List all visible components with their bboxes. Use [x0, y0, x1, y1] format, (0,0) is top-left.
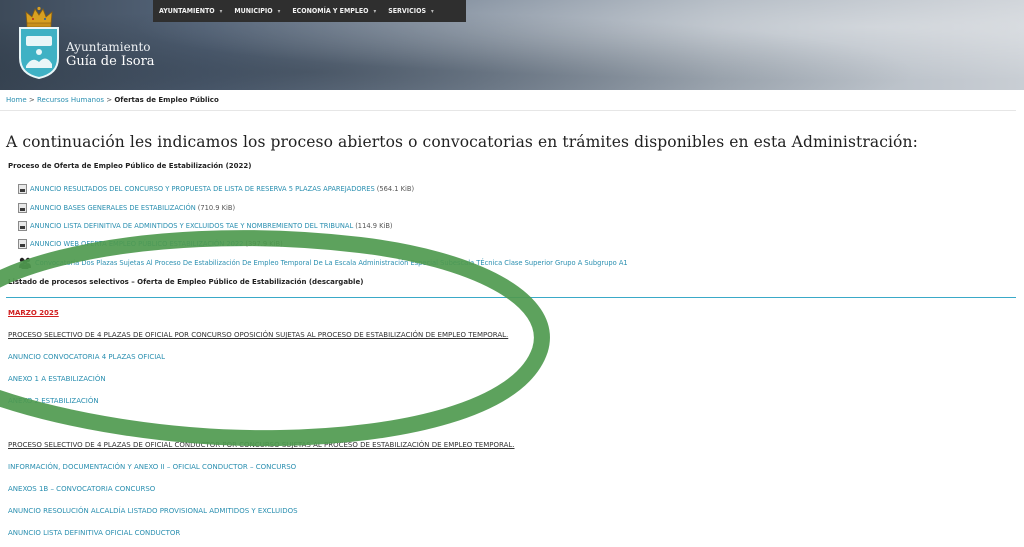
breadcrumb-home-link[interactable]: Home: [6, 96, 27, 104]
nav-label: ECONOMÍA Y EMPLEO: [292, 7, 369, 15]
process-link[interactable]: ANUNCIO CONVOCATORIA 4 PLAZAS OFICIAL: [8, 353, 165, 361]
file-size: (397.9 KiB): [245, 240, 283, 248]
document-link[interactable]: ANUNCIO BASES GENERALES DE ESTABILIZACIÓ…: [30, 204, 196, 212]
people-icon: [19, 257, 31, 269]
divider: [0, 110, 1016, 111]
breadcrumb-recursos-humanos-link[interactable]: Recursos Humanos: [37, 96, 104, 104]
section-subheading: Proceso de Oferta de Empleo Público de E…: [8, 162, 252, 170]
file-size: (564.1 KiB): [376, 185, 415, 193]
nav-item-municipio[interactable]: MUNICIPIO ▾: [228, 0, 286, 22]
file-icon: [18, 239, 27, 249]
page-title: A continuación les indicamos los proceso…: [6, 133, 918, 151]
date-heading: MARZO 2025: [8, 309, 59, 317]
document-item: ANUNCIO BASES GENERALES DE ESTABILIZACIÓ…: [18, 203, 235, 213]
nav-item-economia-empleo[interactable]: ECONOMÍA Y EMPLEO ▾: [286, 0, 382, 22]
document-link[interactable]: ANUNCIO LISTA DEFINITIVA DE ADMINTIDOS Y…: [30, 222, 353, 230]
process-link[interactable]: ANUNCIO LISTA DEFINITIVA OFICIAL CONDUCT…: [8, 529, 180, 537]
site-header: Ayuntamiento Guía de Isora AYUNTAMIENTO …: [0, 0, 1024, 90]
file-icon: [18, 203, 27, 213]
crown-icon: [25, 6, 53, 28]
chevron-down-icon: ▾: [277, 7, 281, 15]
nav-label: SERVICIOS: [388, 7, 426, 15]
process-link[interactable]: INFORMACIÓN, DOCUMENTACIÓN Y ANEXO II – …: [8, 463, 296, 471]
process-link[interactable]: ANEXOS 1B – CONVOCATORIA CONCURSO: [8, 485, 155, 493]
listado-heading: Listado de procesos selectivos – Oferta …: [8, 278, 364, 286]
process-link[interactable]: ANEXO 1 A ESTABILIZACIÓN: [8, 375, 106, 383]
main-nav: AYUNTAMIENTO ▾ MUNICIPIO ▾ ECONOMÍA Y EM…: [153, 0, 466, 22]
document-item: ANUNCIO WEB OFERTA EMPLEO PÚBLICO ESTABI…: [18, 239, 283, 249]
nav-label: MUNICIPIO: [234, 7, 273, 15]
nav-label: AYUNTAMIENTO: [159, 7, 215, 15]
document-item: ANUNCIO RESULTADOS DEL CONCURSO Y PROPUE…: [18, 184, 414, 194]
document-item: ANUNCIO LISTA DEFINITIVA DE ADMINTIDOS Y…: [18, 221, 393, 231]
nav-item-ayuntamiento[interactable]: AYUNTAMIENTO ▾: [153, 0, 228, 22]
file-size: (710.9 KiB): [197, 204, 236, 212]
chevron-down-icon: ▾: [430, 7, 434, 15]
document-link[interactable]: ANUNCIO RESULTADOS DEL CONCURSO Y PROPUE…: [30, 185, 375, 193]
breadcrumb-separator: >: [104, 96, 115, 104]
breadcrumb: Home > Recursos Humanos > Ofertas de Emp…: [6, 96, 219, 104]
site-logo[interactable]: Ayuntamiento Guía de Isora: [18, 6, 158, 80]
convocatoria-link[interactable]: Convocatoria Dos Plazas Sujetas Al Proce…: [35, 259, 628, 267]
process-title: PROCESO SELECTIVO DE 4 PLAZAS DE OFICIAL…: [8, 441, 515, 449]
logo-line-1: Ayuntamiento: [66, 40, 151, 54]
breadcrumb-current: Ofertas de Empleo Público: [114, 96, 219, 104]
file-icon: [18, 184, 27, 194]
document-link[interactable]: ANUNCIO WEB OFERTA EMPLEO PÚBLICO ESTABI…: [30, 240, 243, 248]
file-icon: [18, 221, 27, 231]
convocatoria-item: Convocatoria Dos Plazas Sujetas Al Proce…: [18, 257, 628, 269]
breadcrumb-separator: >: [26, 96, 37, 104]
section-divider: [6, 297, 1016, 298]
process-link[interactable]: ANUNCIO RESOLUCIÓN ALCALDÍA LISTADO PROV…: [8, 507, 298, 515]
coat-of-arms-icon: [19, 27, 59, 80]
file-size: (114.9 KiB): [355, 222, 393, 230]
logo-line-2: Guía de Isora: [66, 54, 155, 69]
nav-item-servicios[interactable]: SERVICIOS ▾: [382, 0, 439, 22]
chevron-down-icon: ▾: [219, 7, 223, 15]
process-title: PROCESO SELECTIVO DE 4 PLAZAS DE OFICIAL…: [8, 331, 509, 339]
chevron-down-icon: ▾: [373, 7, 377, 15]
process-link[interactable]: ANEXO 2 ESTABILIZACIÓN: [8, 397, 99, 405]
